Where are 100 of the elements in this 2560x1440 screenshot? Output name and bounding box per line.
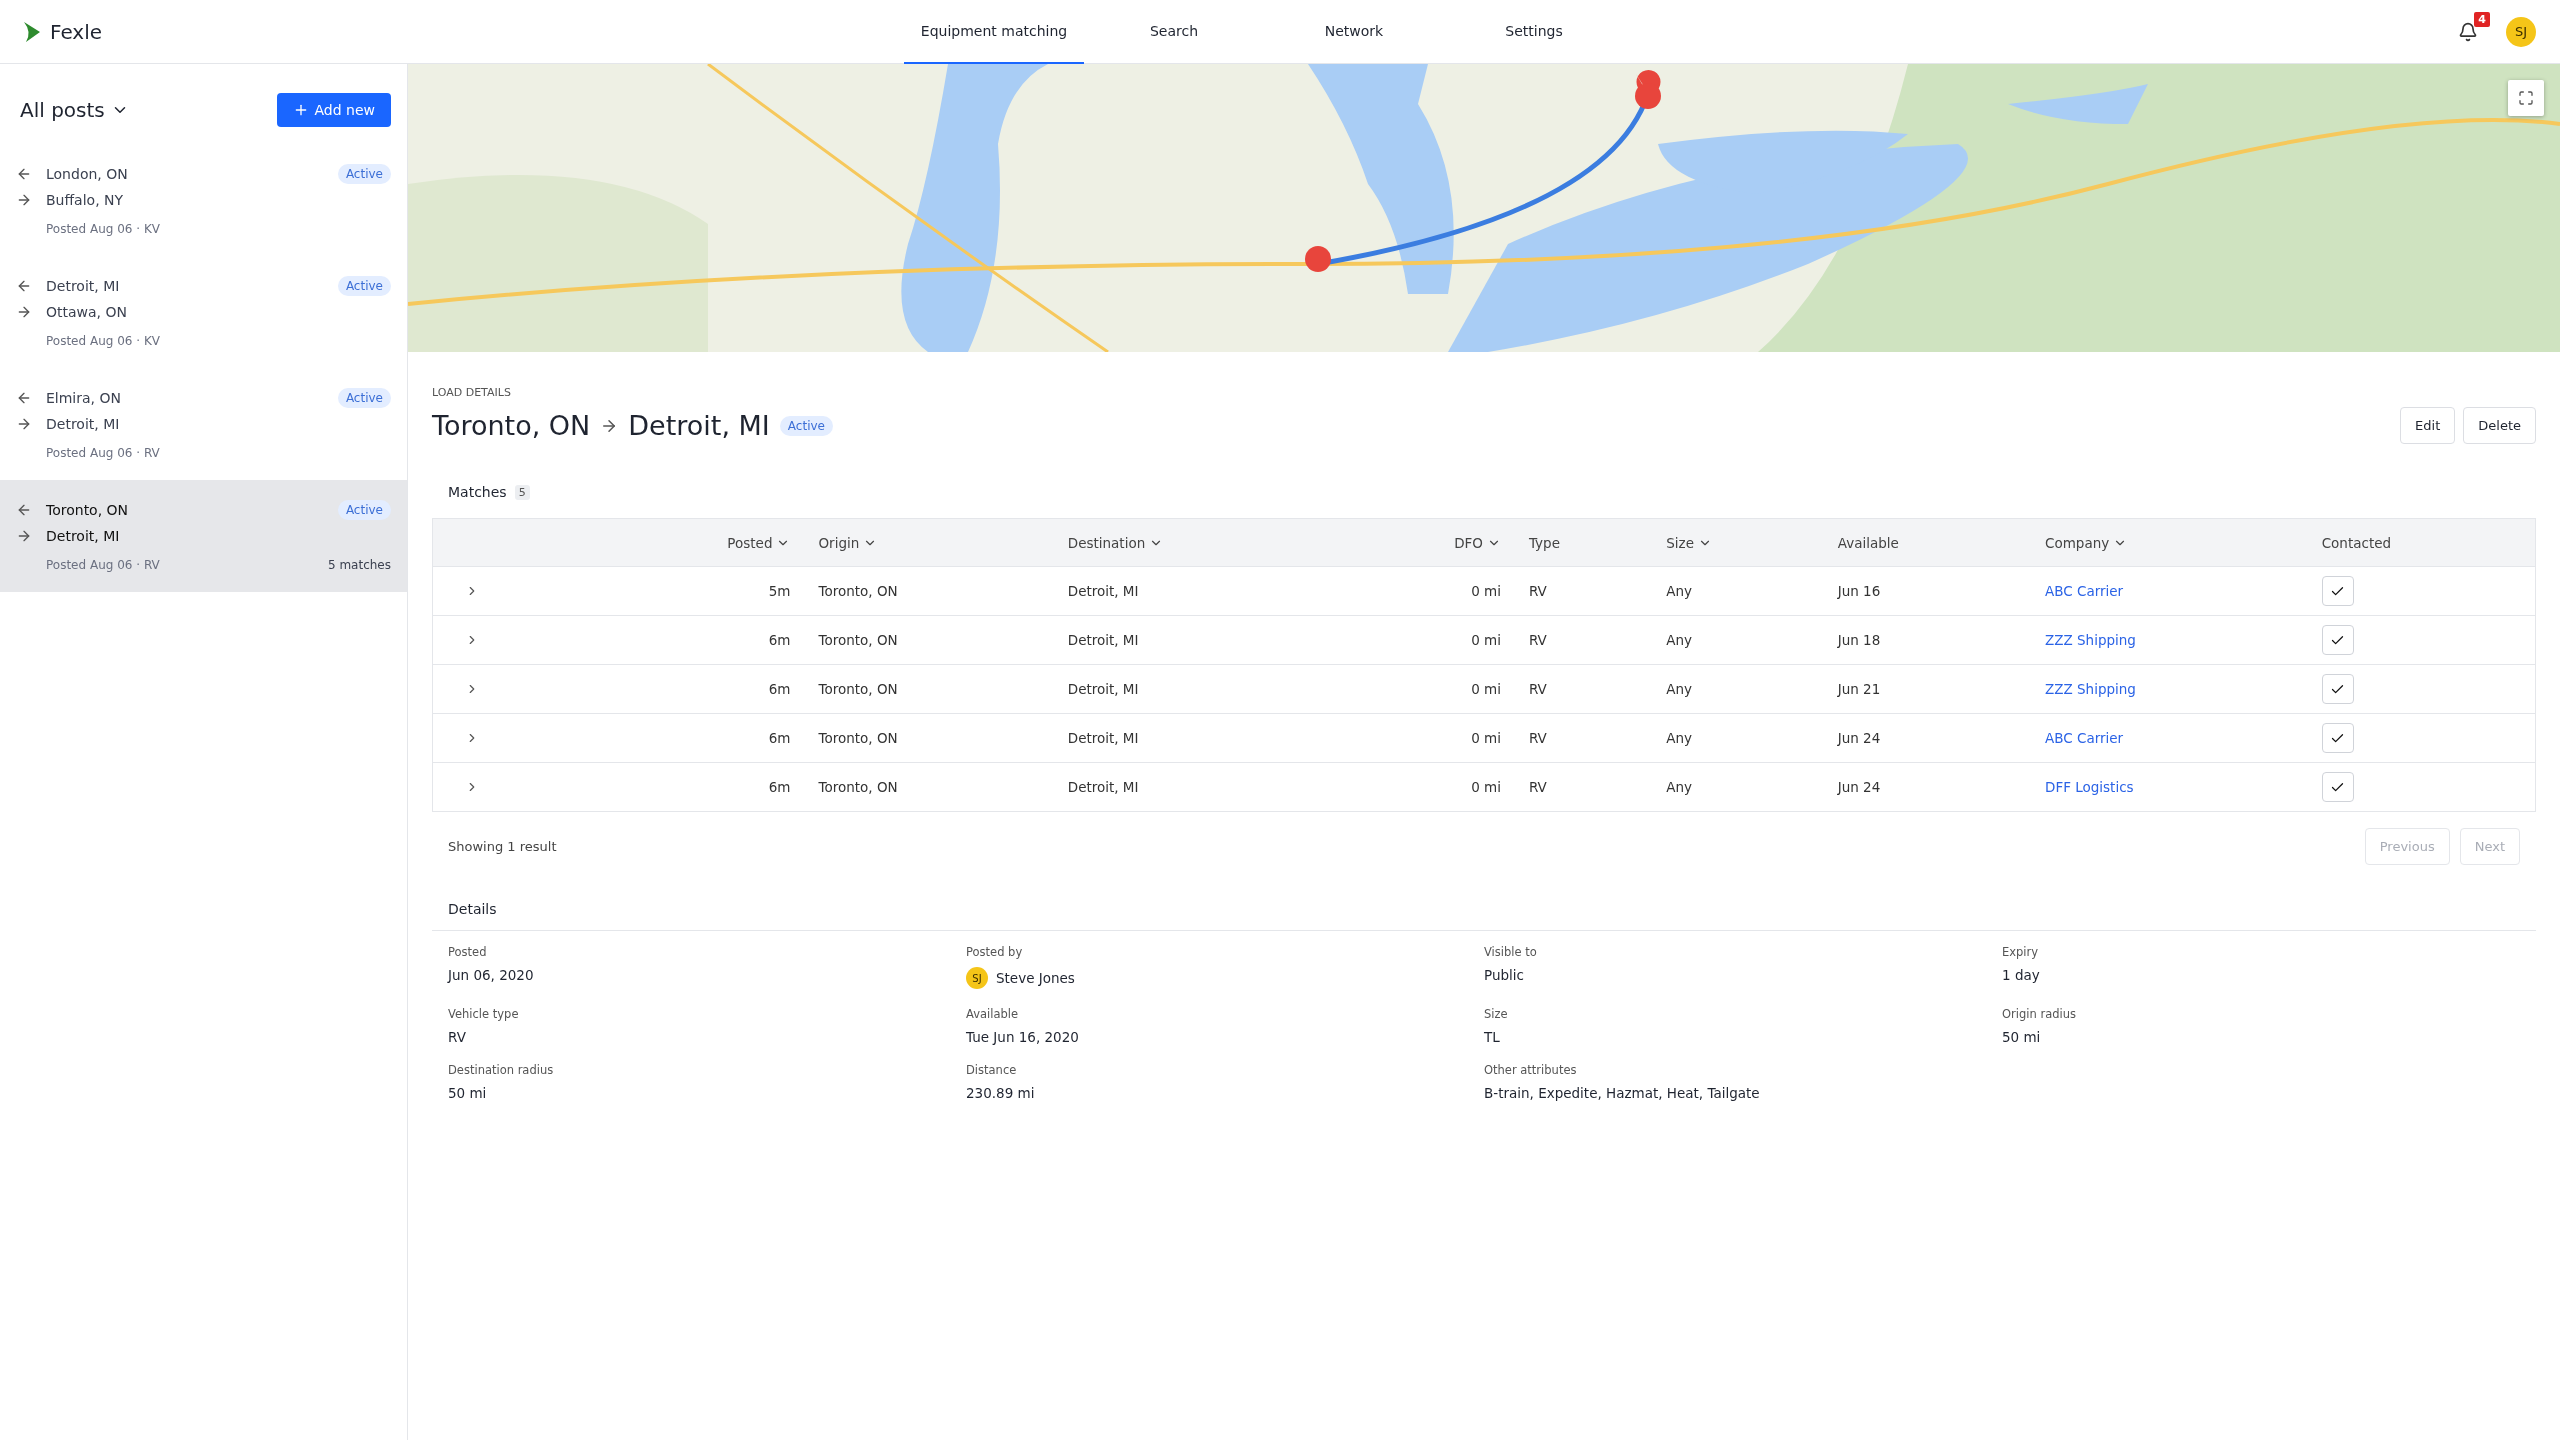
post-meta: Posted Aug 06 · KV xyxy=(46,222,161,236)
contacted-checkbox[interactable] xyxy=(2321,723,2354,753)
table-cell: Jun 24 xyxy=(1837,730,1881,746)
table-cell: Detroit, MI xyxy=(1067,583,1139,599)
contacted-checkbox[interactable] xyxy=(2321,674,2354,704)
post-item[interactable]: Elmira, ON Active Detroit, MI Posted Aug 06 · RV xyxy=(0,368,407,480)
table-cell: Any xyxy=(1666,730,1692,746)
field-label: Posted by xyxy=(966,945,1023,959)
field-value: 230.89 mi xyxy=(966,1085,1035,1101)
origin-city: Elmira, ON xyxy=(46,390,122,406)
post-item[interactable]: Detroit, MI Active Ottawa, ON Posted Aug 06 · KV xyxy=(0,256,407,368)
table-cell: 0 mi xyxy=(1471,730,1501,746)
nav-tab[interactable]: Search xyxy=(1084,0,1264,64)
company-link[interactable]: ZZZ Shipping xyxy=(2045,632,2136,648)
add-new-button[interactable]: Add new xyxy=(276,93,391,127)
field-value: Tue Jun 16, 2020 xyxy=(966,1029,1079,1045)
status-badge: Active xyxy=(337,388,391,408)
field-value: Jun 06, 2020 xyxy=(448,967,534,983)
nav-tab[interactable]: Network xyxy=(1264,0,1444,64)
field-value: 50 mi xyxy=(448,1085,487,1101)
table-cell: Jun 16 xyxy=(1837,583,1881,599)
user-avatar: SJ xyxy=(966,967,988,989)
table-cell: 6m xyxy=(768,779,791,795)
field-value: TL xyxy=(1484,1029,1500,1045)
table-cell: Any xyxy=(1666,779,1692,795)
post-meta: Posted Aug 06 · RV xyxy=(46,446,161,460)
arrow-left-icon xyxy=(16,166,32,182)
notification-count: 4 xyxy=(2474,11,2490,27)
company-link[interactable]: ABC Carrier xyxy=(2045,730,2124,746)
company-link[interactable]: DFF Logistics xyxy=(2045,779,2134,795)
column-header: Contacted xyxy=(2321,534,2392,551)
post-item[interactable]: Toronto, ON Active Detroit, MI Posted Aug 06 · RV 5 matches xyxy=(0,480,407,592)
table-cell: 0 mi xyxy=(1471,583,1501,599)
field-value: 1 day xyxy=(2002,967,2040,983)
table-cell: Detroit, MI xyxy=(1067,681,1139,697)
destination-city: Detroit, MI xyxy=(46,416,121,432)
table-cell: Toronto, ON xyxy=(818,632,898,648)
column-header[interactable]: Destination xyxy=(1067,534,1146,551)
field-value: Public xyxy=(1484,967,1524,983)
table-cell: RV xyxy=(1528,779,1547,795)
table-cell: Toronto, ON xyxy=(818,730,898,746)
post-item[interactable]: London, ON Active Buffalo, NY Posted Aug 06 · KV xyxy=(0,144,407,256)
table-cell: Jun 18 xyxy=(1837,632,1881,648)
contacted-checkbox[interactable] xyxy=(2321,625,2354,655)
column-header[interactable]: Company xyxy=(2045,534,2110,551)
contacted-checkbox[interactable] xyxy=(2321,772,2354,802)
post-meta: Posted Aug 06 · RV xyxy=(46,558,161,572)
status-badge: Active xyxy=(779,415,833,436)
field-label: Other attributes xyxy=(1484,1063,1577,1077)
table-cell: 0 mi xyxy=(1471,632,1501,648)
column-header[interactable]: Posted xyxy=(727,534,773,551)
origin-city: Toronto, ON xyxy=(46,502,130,518)
route-origin: Toronto, ON xyxy=(432,410,591,441)
table-cell: Jun 21 xyxy=(1837,681,1881,697)
table-cell: 0 mi xyxy=(1471,681,1501,697)
origin-city: Detroit, MI xyxy=(46,278,121,294)
field-label: Destination radius xyxy=(448,1063,554,1077)
posts-filter-dropdown[interactable]: All posts xyxy=(20,98,129,122)
status-badge: Active xyxy=(337,276,391,296)
action-button[interactable]: Edit xyxy=(2400,407,2456,444)
fullscreen-icon xyxy=(2518,90,2534,106)
table-cell: RV xyxy=(1528,730,1547,746)
field-label: Visible to xyxy=(1484,945,1537,959)
table-cell: 5m xyxy=(768,583,791,599)
results-summary: Showing 1 result xyxy=(448,839,557,854)
status-badge: Active xyxy=(337,500,391,520)
company-link[interactable]: ABC Carrier xyxy=(2045,583,2124,599)
match-count: 5 matches xyxy=(327,558,391,572)
field-value: B-train, Expedite, Hazmat, Heat, Tailgate xyxy=(1484,1085,1760,1101)
field-value: RV xyxy=(448,1029,466,1045)
company-link[interactable]: ZZZ Shipping xyxy=(2045,681,2136,697)
field-label: Vehicle type xyxy=(448,1007,519,1021)
post-meta: Posted Aug 06 · KV xyxy=(46,334,161,348)
app-name: Fexle xyxy=(50,19,103,44)
table-cell: 6m xyxy=(768,632,791,648)
column-header[interactable]: DFO xyxy=(1454,534,1483,551)
action-button[interactable]: Delete xyxy=(2463,407,2536,444)
contacted-checkbox[interactable] xyxy=(2321,576,2354,606)
table-cell: Toronto, ON xyxy=(818,681,898,697)
table-cell: 0 mi xyxy=(1471,779,1501,795)
status-badge: Active xyxy=(337,164,391,184)
column-header[interactable]: Size xyxy=(1666,534,1694,551)
column-header[interactable]: Origin xyxy=(818,534,860,551)
matches-count: 5 xyxy=(514,484,530,500)
field-label: Origin radius xyxy=(2002,1007,2076,1021)
route-destination: Detroit, MI xyxy=(628,410,770,441)
table-cell: Detroit, MI xyxy=(1067,730,1139,746)
table-cell: 6m xyxy=(768,681,791,697)
table-cell: Detroit, MI xyxy=(1067,779,1139,795)
destination-city: Ottawa, ON xyxy=(46,304,128,320)
user-avatar[interactable]: SJ xyxy=(2506,16,2536,47)
origin-city: London, ON xyxy=(46,166,129,182)
logo-icon xyxy=(24,21,40,42)
field-label: Available xyxy=(966,1007,1019,1021)
fullscreen-button[interactable] xyxy=(2508,80,2544,116)
destination-city: Buffalo, NY xyxy=(46,192,125,208)
field-label: Size xyxy=(1484,1007,1508,1021)
field-value: 50 mi xyxy=(2002,1029,2041,1045)
nav-tab[interactable]: Settings xyxy=(1444,0,1624,64)
arrow-left-icon xyxy=(16,502,32,518)
